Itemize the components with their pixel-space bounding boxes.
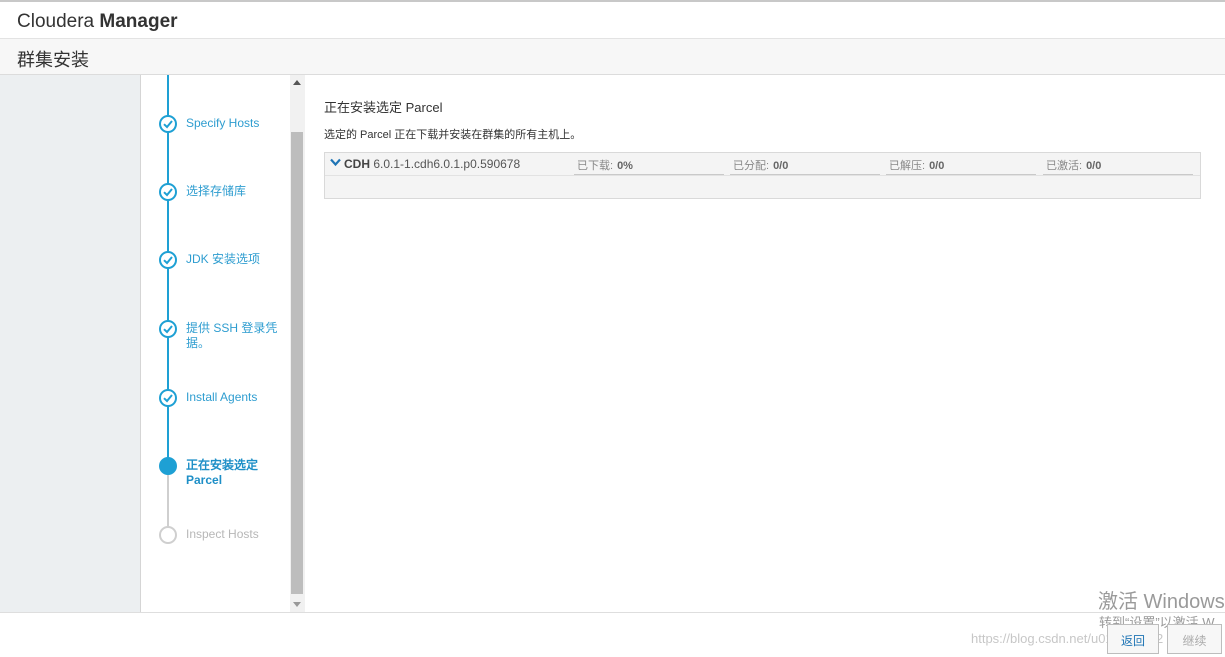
- stat-label: 已分配:: [733, 160, 770, 172]
- parcel-stat-downloaded: 已下载: 0%: [577, 157, 633, 173]
- wizard-step-label: 正在安装选定 Parcel: [186, 458, 259, 487]
- left-gutter: [0, 75, 141, 612]
- stat-label: 已解压:: [889, 160, 926, 172]
- check-circle-icon: [159, 389, 177, 407]
- scroll-up-icon[interactable]: [293, 80, 301, 85]
- check-circle-icon: [159, 115, 177, 133]
- stat-value: 0/0: [773, 160, 789, 172]
- divider: [325, 175, 1200, 176]
- wizard-step-label: 提供 SSH 登录凭据。: [186, 321, 278, 350]
- stat-value: 0%: [617, 160, 633, 172]
- stat-value: 0/0: [929, 160, 945, 172]
- top-header: Cloudera Manager: [0, 0, 1225, 39]
- continue-button[interactable]: 继续: [1167, 624, 1222, 654]
- current-step-icon: [159, 457, 177, 475]
- windows-activation-watermark: 激活 Windows: [1098, 591, 1225, 613]
- stat-label: 已下载:: [577, 160, 614, 172]
- wizard-step-label: Install Agents: [186, 390, 258, 404]
- main-content: 正在安装选定 Parcel 选定的 Parcel 正在下载并安装在群集的所有主机…: [305, 75, 1220, 612]
- parcel-version: 6.0.1-1.cdh6.0.1.p0.590678: [373, 157, 521, 171]
- app-brand[interactable]: Cloudera Manager: [17, 11, 178, 33]
- wizard-step-label: Specify Hosts: [186, 116, 260, 130]
- parcel-product: CDH: [344, 157, 370, 171]
- check-circle-icon: [159, 251, 177, 269]
- parcel-panel: CDH 6.0.1-1.cdh6.0.1.p0.590678 已下载: 0% 已分…: [324, 152, 1201, 199]
- steps-connector-done: [167, 75, 169, 466]
- brand-name: Cloudera: [17, 11, 95, 32]
- scroll-down-icon[interactable]: [293, 602, 301, 607]
- pending-step-icon: [159, 526, 177, 544]
- wizard-steps: Specify Hosts 选择存储库 JDK 安装选项 提供 SSH 登录凭据…: [141, 75, 290, 612]
- brand-product: Manager: [99, 11, 178, 32]
- page-title: 群集安装: [17, 50, 89, 70]
- section-description: 选定的 Parcel 正在下载并安装在群集的所有主机上。: [324, 129, 582, 141]
- check-circle-icon: [159, 320, 177, 338]
- back-button[interactable]: 返回: [1107, 624, 1159, 654]
- parcel-stat-activated: 已激活: 0/0: [1046, 157, 1101, 173]
- section-heading: 正在安装选定 Parcel: [324, 100, 443, 115]
- wizard-step-label: 选择存储库: [186, 184, 247, 198]
- wizard-step-label: JDK 安装选项: [186, 252, 261, 266]
- chevron-down-icon[interactable]: [330, 158, 341, 167]
- stat-label: 已激活:: [1046, 160, 1083, 172]
- scrollbar-thumb[interactable]: [291, 132, 303, 594]
- parcel-stat-distributed: 已分配: 0/0: [733, 157, 788, 173]
- steps-scrollbar[interactable]: [290, 75, 305, 612]
- parcel-name: CDH 6.0.1-1.cdh6.0.1.p0.590678: [344, 157, 520, 171]
- parcel-row[interactable]: CDH 6.0.1-1.cdh6.0.1.p0.590678 已下载: 0% 已分…: [325, 153, 1200, 175]
- parcel-stat-unpacked: 已解压: 0/0: [889, 157, 944, 173]
- check-circle-icon: [159, 183, 177, 201]
- wizard-step-label: Inspect Hosts: [186, 527, 259, 541]
- page-title-bar: 群集安装: [0, 39, 1225, 75]
- stat-value: 0/0: [1086, 160, 1102, 172]
